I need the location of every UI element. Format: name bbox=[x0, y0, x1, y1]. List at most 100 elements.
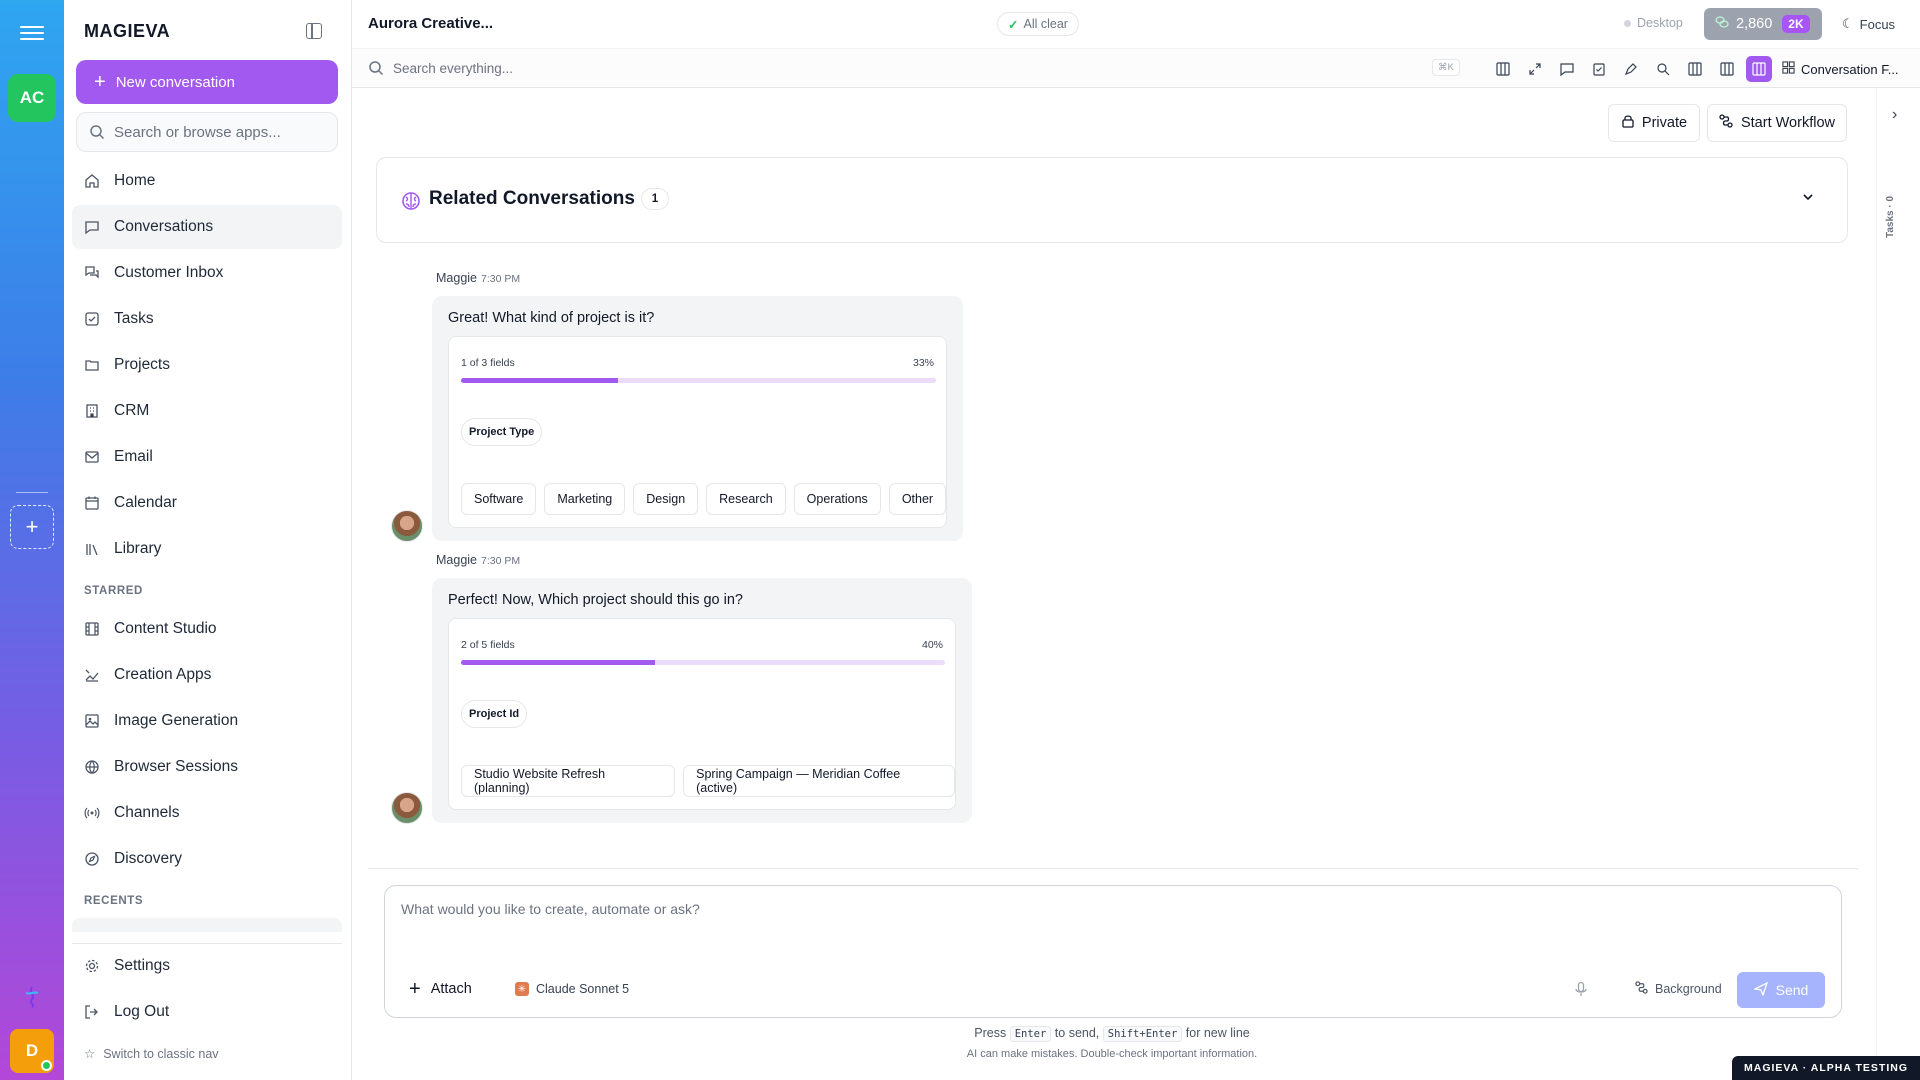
split-view-icon[interactable] bbox=[1490, 56, 1516, 82]
status-text: All clear bbox=[1023, 17, 1068, 31]
nav-item-calendar[interactable]: Calendar bbox=[72, 481, 342, 525]
brain-icon bbox=[401, 191, 421, 216]
nav-label: Channels bbox=[114, 804, 180, 821]
nav-item-tasks[interactable]: Tasks bbox=[72, 297, 342, 341]
star-icon: ☆ bbox=[84, 1047, 96, 1061]
nav-item-crm[interactable]: CRM bbox=[72, 389, 342, 433]
columns-icon[interactable] bbox=[1682, 56, 1708, 82]
nav-item-browser-sessions[interactable]: Browser Sessions bbox=[72, 745, 342, 789]
desktop-mode-indicator[interactable]: Desktop bbox=[1624, 16, 1683, 30]
message-composer[interactable]: What would you like to create, automate … bbox=[384, 885, 1842, 1018]
attach-button[interactable]: + Attach bbox=[409, 979, 472, 999]
nav-item-creation-apps[interactable]: Creation Apps bbox=[72, 653, 342, 697]
layout-icon[interactable] bbox=[1714, 56, 1740, 82]
panel-view-icon[interactable] bbox=[1746, 56, 1772, 82]
option-button[interactable]: Software bbox=[461, 483, 537, 515]
send-label: Send bbox=[1775, 982, 1809, 998]
apps-icon bbox=[84, 667, 100, 683]
new-conversation-label: New conversation bbox=[115, 73, 235, 91]
add-workspace-button[interactable]: + bbox=[10, 505, 54, 549]
option-button[interactable]: Design bbox=[633, 483, 699, 515]
status-badge[interactable]: ✓ All clear bbox=[997, 12, 1079, 36]
coins-icon bbox=[1714, 14, 1730, 34]
chevron-right-icon[interactable]: › bbox=[1892, 106, 1897, 124]
global-search-input[interactable]: Search everything... bbox=[368, 60, 513, 76]
attach-label: Attach bbox=[430, 981, 472, 997]
option-group: Studio Website Refresh (planning) Spring… bbox=[461, 765, 955, 797]
workspace-avatar[interactable]: AC bbox=[8, 74, 56, 122]
expand-icon[interactable] bbox=[1522, 56, 1548, 82]
hamburger-menu-icon[interactable] bbox=[20, 22, 44, 46]
compass-icon bbox=[84, 851, 100, 867]
form-card: 1 of 3 fields 33% Project Type Software … bbox=[448, 336, 947, 528]
nav-item-library[interactable]: Library bbox=[72, 527, 342, 571]
focus-mode-button[interactable]: ☾ Focus bbox=[1842, 16, 1895, 32]
chat-icon[interactable] bbox=[1554, 56, 1580, 82]
send-icon bbox=[1752, 981, 1768, 999]
nav-item-conversations[interactable]: Conversations bbox=[72, 205, 342, 249]
message-author: Maggie bbox=[436, 271, 477, 285]
nav-item-projects[interactable]: Projects bbox=[72, 343, 342, 387]
avatar[interactable] bbox=[391, 792, 423, 824]
nav-label: Image Generation bbox=[114, 712, 239, 729]
switch-classic-nav-link[interactable]: ☆ Switch to classic nav bbox=[84, 1046, 219, 1062]
nav-item-channels[interactable]: Channels bbox=[72, 791, 342, 835]
global-search-placeholder: Search everything... bbox=[393, 60, 514, 76]
nav-item-customer-inbox[interactable]: Customer Inbox bbox=[72, 251, 342, 295]
hint-text: for new line bbox=[1185, 1026, 1250, 1040]
nav-item-logout[interactable]: Log Out bbox=[72, 990, 342, 1034]
model-logo-icon: ✳ bbox=[515, 982, 529, 996]
app-search-input[interactable]: Search or browse apps... bbox=[76, 112, 338, 152]
start-workflow-button[interactable]: Start Workflow bbox=[1707, 104, 1847, 142]
folder-icon bbox=[84, 357, 100, 373]
private-button[interactable]: Private bbox=[1608, 104, 1700, 142]
progress-fill bbox=[461, 378, 618, 383]
option-button[interactable]: Marketing bbox=[544, 483, 626, 515]
toolbar: Search everything... ⌘K Conversation F..… bbox=[352, 48, 1920, 88]
chevron-down-icon[interactable] bbox=[1801, 190, 1815, 209]
tasks-count-label[interactable]: Tasks · 0 bbox=[1885, 196, 1896, 238]
microphone-icon[interactable] bbox=[1573, 981, 1589, 1002]
nav-item-home[interactable]: Home bbox=[72, 159, 342, 203]
credits-badge: 2K bbox=[1782, 15, 1810, 33]
view-selector[interactable]: Conversation F... bbox=[1782, 61, 1899, 77]
new-conversation-button[interactable]: + New conversation bbox=[76, 60, 338, 104]
composer-input[interactable]: What would you like to create, automate … bbox=[401, 901, 700, 917]
option-button[interactable]: Spring Campaign — Meridian Coffee (activ… bbox=[683, 765, 955, 797]
message-time: 7:30 PM bbox=[481, 273, 521, 285]
nav-item-content-studio[interactable]: Content Studio bbox=[72, 607, 342, 651]
focus-label: Focus bbox=[1859, 16, 1896, 32]
user-avatar[interactable]: D bbox=[10, 1029, 54, 1073]
workspace-rail: AC + D bbox=[0, 0, 64, 1080]
nav-item-email[interactable]: Email bbox=[72, 435, 342, 479]
option-button[interactable]: Studio Website Refresh (planning) bbox=[461, 765, 676, 797]
nav-label: Calendar bbox=[114, 494, 177, 511]
message-bubble: Perfect! Now, Which project should this … bbox=[432, 578, 972, 823]
related-conversations-panel[interactable]: Related Conversations 1 bbox=[376, 157, 1848, 243]
nav-item-settings[interactable]: Settings bbox=[72, 944, 342, 988]
background-toggle[interactable]: Background bbox=[1635, 981, 1722, 997]
user-initial: D bbox=[25, 1041, 39, 1060]
search-icon[interactable] bbox=[1650, 56, 1676, 82]
workflow-icon bbox=[1635, 981, 1648, 997]
nav-item-discovery[interactable]: Discovery bbox=[72, 837, 342, 881]
model-selector[interactable]: ✳ Claude Sonnet 5 bbox=[515, 982, 629, 996]
credits-button[interactable]: 2,860 2K bbox=[1704, 8, 1822, 40]
send-button[interactable]: Send bbox=[1737, 972, 1825, 1008]
pen-tool-icon[interactable] bbox=[1618, 56, 1644, 82]
message-meta: Maggie 7:30 PM bbox=[436, 271, 520, 285]
recent-conversation-item[interactable] bbox=[72, 918, 342, 932]
option-button[interactable]: Research bbox=[706, 483, 786, 515]
progress-percent: 33% bbox=[912, 357, 934, 369]
nav-item-image-generation[interactable]: Image Generation bbox=[72, 699, 342, 743]
private-label: Private bbox=[1641, 115, 1688, 131]
page-title: Aurora Creative... bbox=[368, 15, 494, 32]
collapse-sidebar-icon[interactable] bbox=[306, 23, 322, 39]
shift-enter-key: Shift+Enter bbox=[1102, 1026, 1183, 1042]
clipboard-check-icon[interactable] bbox=[1586, 56, 1612, 82]
option-button[interactable]: Operations bbox=[793, 483, 881, 515]
avatar[interactable] bbox=[391, 510, 423, 542]
online-status-indicator bbox=[41, 1060, 52, 1071]
option-button[interactable]: Other bbox=[888, 483, 947, 515]
status-dot-icon bbox=[1624, 19, 1631, 27]
